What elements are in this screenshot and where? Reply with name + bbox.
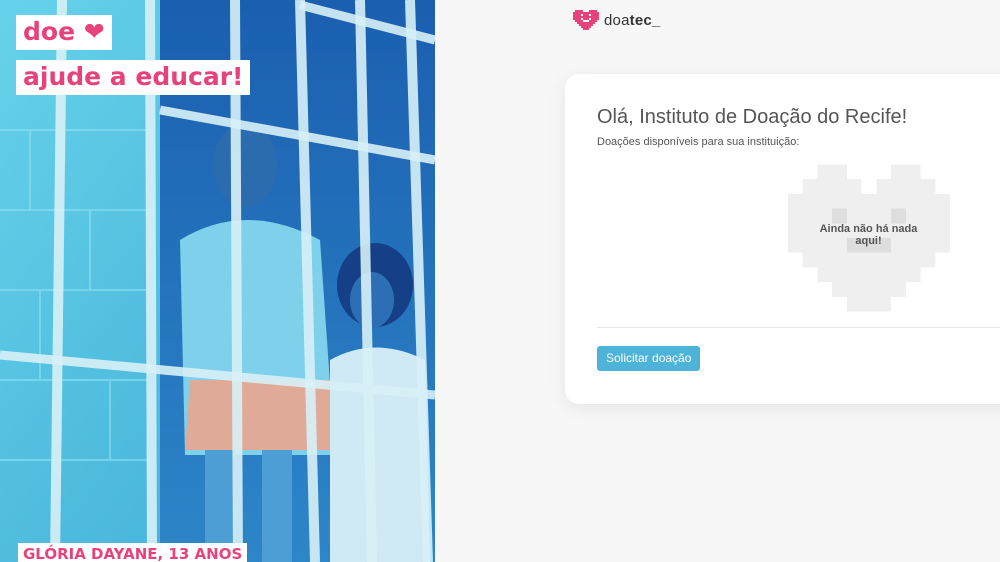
- empty-state-message: Ainda não há nada aqui!: [819, 223, 918, 247]
- hero-photo: doe ❤ ajude a educar! GLÓRIA DAYANE, 13 …: [0, 0, 435, 562]
- brand-name-light: doa: [604, 11, 630, 29]
- brand-name-bold: tec_: [629, 11, 661, 29]
- page-title: Olá, Instituto de Doação do Recife!: [597, 106, 908, 128]
- brand-name: doatec_: [604, 12, 660, 29]
- photo-caption: GLÓRIA DAYANE, 13 ANOS: [18, 543, 248, 562]
- divider: [597, 327, 1000, 328]
- heart-icon: ❤: [83, 17, 105, 46]
- request-donation-button[interactable]: Solicitar doação: [597, 346, 701, 371]
- slogan-doe: doe ❤: [16, 15, 112, 50]
- donations-subtitle: Doações disponíveis para sua instituição…: [597, 136, 800, 148]
- brand-logo[interactable]: doatec_: [573, 8, 660, 32]
- pixel-heart-smile-icon: [573, 10, 599, 30]
- slogan-doe-text: doe: [23, 17, 76, 46]
- top-bar: doatec_: [435, 0, 1000, 40]
- slogan-ajude: ajude a educar!: [16, 60, 251, 95]
- donations-card: Olá, Instituto de Doação do Recife! Doaç…: [565, 74, 1000, 404]
